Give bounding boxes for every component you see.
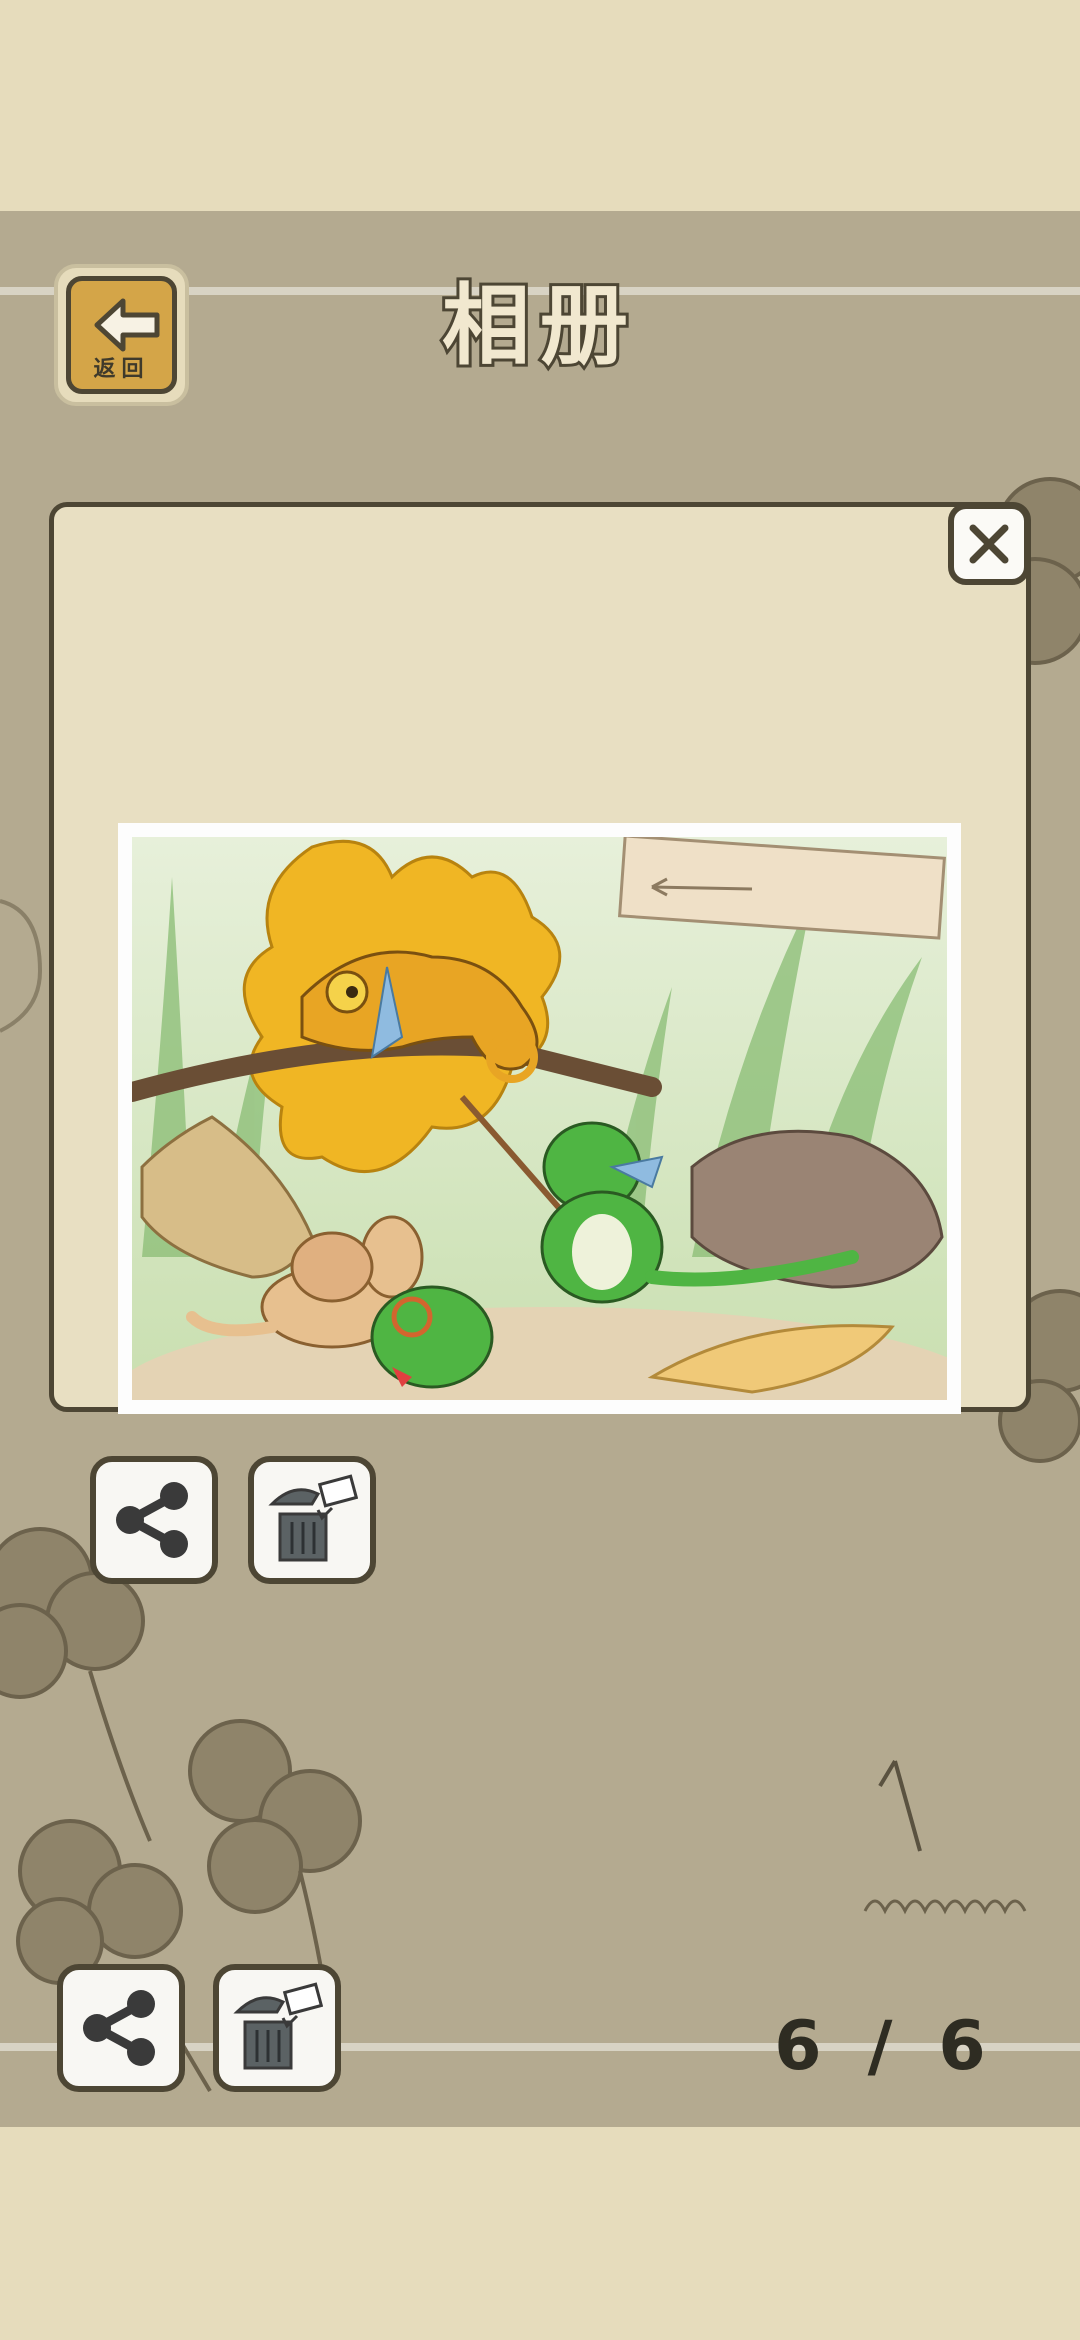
page-title: 相册 <box>439 271 638 380</box>
modal-delete-button[interactable] <box>248 1456 376 1584</box>
share-button[interactable] <box>57 1964 185 2092</box>
photo-frame <box>118 823 961 1414</box>
trash-icon <box>233 1982 323 2070</box>
close-button[interactable] <box>948 503 1030 585</box>
back-button-face: 返回 <box>66 276 177 394</box>
share-icon <box>83 1990 155 2066</box>
photo-image <box>132 837 947 1400</box>
total-pages: 6 <box>938 2007 986 2086</box>
trash-icon <box>268 1474 358 1562</box>
close-icon <box>969 524 1009 564</box>
back-button[interactable]: 返回 <box>54 264 189 406</box>
modal-share-button[interactable] <box>90 1456 218 1584</box>
current-page: 6 <box>774 2007 822 2086</box>
top-letterbox <box>0 0 1080 211</box>
bottom-letterbox <box>0 2127 1080 2340</box>
delete-button[interactable] <box>213 1964 341 2092</box>
page-counter: 6 / 6 <box>755 1997 1005 2097</box>
share-icon <box>116 1482 188 1558</box>
arrow-left-icon <box>94 298 160 352</box>
page-separator: / <box>867 2007 893 2086</box>
back-label: 返回 <box>93 357 150 382</box>
